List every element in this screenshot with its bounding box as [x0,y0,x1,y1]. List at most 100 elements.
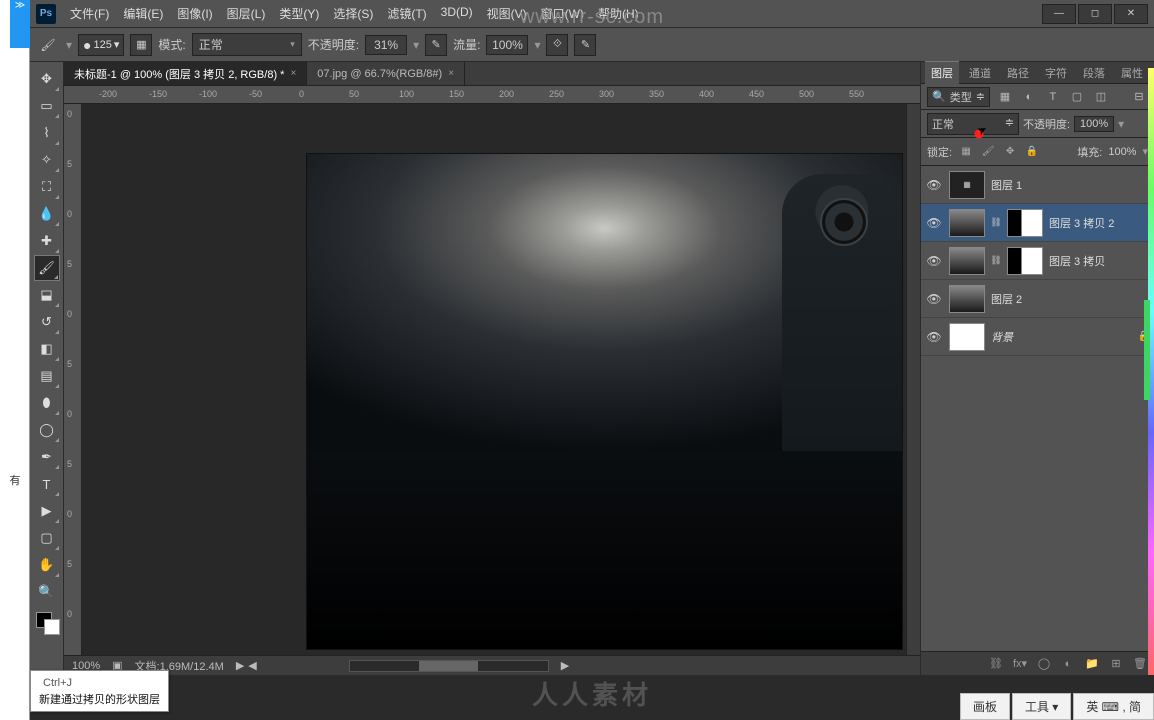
fill-input[interactable]: 100% [1108,146,1136,158]
lock-transparent-icon[interactable]: ▦ [958,144,974,160]
folder-icon[interactable]: 📁 [1084,657,1100,670]
layer-thumb[interactable]: ▦ [949,171,985,199]
maximize-button[interactable]: ◻ [1078,4,1112,24]
layer-blend-dropdown[interactable]: 正常≑ [927,113,1019,135]
close-tab-icon[interactable]: × [290,68,296,79]
link-layers-icon[interactable]: ⛓ [988,657,1004,670]
hand-tool-icon[interactable]: ✋ [34,552,60,578]
menu-layer[interactable]: 图层(L) [221,1,272,26]
dodge-tool-icon[interactable]: ◯ [34,417,60,443]
shape-tool-icon[interactable]: ▢ [34,525,60,551]
lock-pixels-icon[interactable]: 🖌 [980,144,996,160]
zoom-tool-icon[interactable]: 🔍 [34,579,60,605]
filter-toggle-icon[interactable]: ⊟ [1130,88,1148,106]
new-layer-icon[interactable]: ⊞ [1108,657,1124,670]
menu-3d[interactable]: 3D(D) [435,1,479,26]
layer-name[interactable]: 背景 [991,329,1013,345]
visibility-toggle-icon[interactable]: 👁 [925,214,943,232]
filter-smart-icon[interactable]: ◫ [1092,88,1110,106]
status-arrow-right-icon[interactable]: ▶ [236,659,244,672]
tab-attributes[interactable]: 属性 [1115,62,1149,84]
pressure-opacity-icon[interactable]: ✎ [425,34,447,56]
layer-name[interactable]: 图层 3 拷贝 2 [1049,215,1114,231]
brush-panel-toggle-icon[interactable]: ▦ [130,34,152,56]
status-arrow-right2-icon[interactable]: ▶ [561,659,569,672]
mask-icon[interactable]: ◯ [1036,657,1052,670]
document-tab-2[interactable]: 07.jpg @ 66.7%(RGB/8#)× [307,62,465,85]
tab-paragraph[interactable]: 段落 [1077,62,1111,84]
menu-view[interactable]: 视图(V) [481,1,533,26]
eraser-tool-icon[interactable]: ◧ [34,336,60,362]
airbrush-icon[interactable]: ⟐ [546,34,568,56]
flow-input[interactable]: 100% [486,35,528,55]
menu-select[interactable]: 选择(S) [327,1,379,26]
link-icon[interactable]: ⛓ [991,209,1001,237]
menu-file[interactable]: 文件(F) [64,1,115,26]
lasso-tool-icon[interactable]: ⌇ [34,120,60,146]
history-brush-tool-icon[interactable]: ↺ [34,309,60,335]
vertical-scrollbar[interactable] [906,104,920,655]
pen-tool-icon[interactable]: ✒ [34,444,60,470]
lock-all-icon[interactable]: 🔒 [1024,144,1040,160]
taskbar-artboard-button[interactable]: 画板 [960,693,1010,720]
blur-tool-icon[interactable]: ⬮ [34,390,60,416]
layer-row[interactable]: 👁 图层 2 [921,280,1154,318]
type-tool-icon[interactable]: T [34,471,60,497]
layer-row[interactable]: 👁 背景 🔒 [921,318,1154,356]
lock-position-icon[interactable]: ✥ [1002,144,1018,160]
layer-opacity-input[interactable]: 100% [1074,116,1114,132]
layer-thumb[interactable] [949,209,985,237]
layer-row[interactable]: 👁 ▦ 图层 1 [921,166,1154,204]
filter-type-icon[interactable]: T [1044,88,1062,106]
horizontal-scrollbar[interactable] [349,660,549,672]
layer-thumb[interactable] [949,323,985,351]
tab-character[interactable]: 字符 [1039,62,1073,84]
close-button[interactable]: ✕ [1114,4,1148,24]
crop-tool-icon[interactable]: ⛶ [34,174,60,200]
path-select-tool-icon[interactable]: ▶ [34,498,60,524]
blend-mode-dropdown[interactable]: 正常 [192,33,302,56]
link-icon[interactable]: ⛓ [991,247,1001,275]
taskbar-tools-button[interactable]: 工具 ▾ [1012,693,1071,720]
canvas[interactable] [82,104,906,655]
layer-row[interactable]: 👁 ⛓ 图层 3 拷贝 [921,242,1154,280]
filter-pixel-icon[interactable]: ▦ [996,88,1014,106]
layer-thumb[interactable] [949,247,985,275]
tab-paths[interactable]: 路径 [1001,62,1035,84]
menu-image[interactable]: 图像(I) [171,1,218,26]
eyedropper-tool-icon[interactable]: 💧 [34,201,60,227]
filter-adjust-icon[interactable]: ◐ [1020,88,1038,106]
minimize-button[interactable]: — [1042,4,1076,24]
tab-channels[interactable]: 通道 [963,62,997,84]
magic-wand-tool-icon[interactable]: ✧ [34,147,60,173]
layer-name[interactable]: 图层 3 拷贝 [1049,253,1105,269]
menu-filter[interactable]: 滤镜(T) [381,1,432,26]
visibility-toggle-icon[interactable]: 👁 [925,176,943,194]
brush-tool-icon[interactable]: 🖌 [34,255,60,281]
menu-edit[interactable]: 编辑(E) [117,1,169,26]
visibility-toggle-icon[interactable]: 👁 [925,328,943,346]
visibility-toggle-icon[interactable]: 👁 [925,290,943,308]
layer-name[interactable]: 图层 1 [991,177,1022,193]
layer-filter-dropdown[interactable]: 🔍类型 ≑ [927,87,990,107]
tool-chevron-icon[interactable]: ▾ [66,38,72,52]
adjustment-icon[interactable]: ◐ [1060,658,1076,670]
heal-tool-icon[interactable]: ✚ [34,228,60,254]
brush-preset-icon[interactable]: 🖌 [36,33,60,57]
visibility-toggle-icon[interactable]: 👁 [925,252,943,270]
filter-shape-icon[interactable]: ▢ [1068,88,1086,106]
mask-thumb[interactable] [1007,247,1043,275]
stamp-tool-icon[interactable]: ⬓ [34,282,60,308]
trash-icon[interactable]: 🗑 [1132,657,1148,670]
taskbar-ime-button[interactable]: 英 ⌨ , 简 [1073,693,1154,720]
marquee-tool-icon[interactable]: ▭ [34,93,60,119]
pressure-size-icon[interactable]: ✎ [574,34,596,56]
document-tab-1[interactable]: 未标题-1 @ 100% (图层 3 拷贝 2, RGB/8) *× [64,62,307,85]
fx-icon[interactable]: fx▾ [1012,657,1028,670]
tab-layers[interactable]: 图层 [925,61,959,84]
layer-thumb[interactable] [949,285,985,313]
horizontal-ruler[interactable]: -200-150 -100-50 050 100150 200250 30035… [64,86,920,104]
menu-type[interactable]: 类型(Y) [273,1,325,26]
gradient-tool-icon[interactable]: ▤ [34,363,60,389]
opacity-input[interactable]: 31% [365,35,407,55]
